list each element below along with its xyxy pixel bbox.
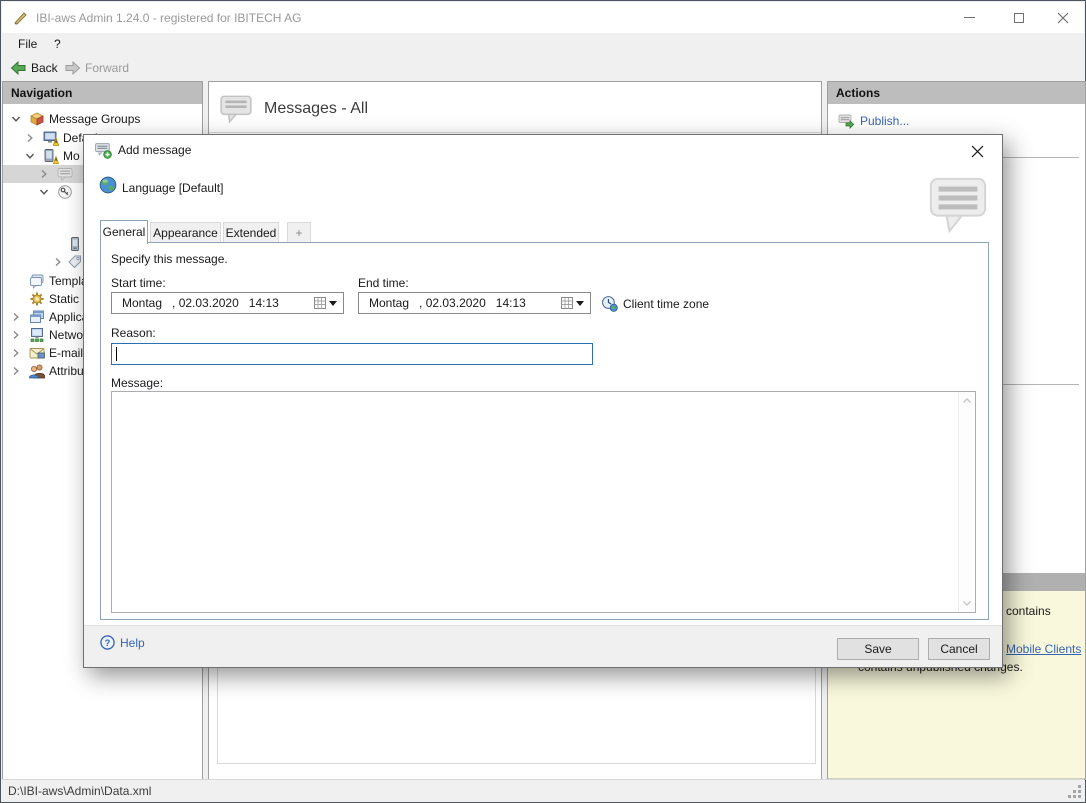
data-file-path: D:\IBI-aws\Admin\Data.xml <box>8 784 152 798</box>
chevron-down-icon[interactable] <box>11 114 21 124</box>
chevron-right-icon[interactable] <box>11 348 21 358</box>
dialog-footer: ? Help Save Cancel <box>84 625 1002 667</box>
tab-appearance[interactable]: Appearance <box>150 222 221 243</box>
chevron-right-icon[interactable] <box>11 366 21 376</box>
message-textarea[interactable] <box>111 391 976 613</box>
add-message-dialog: Add message Language [Default] General A… <box>83 134 1003 668</box>
reason-input[interactable] <box>111 343 593 365</box>
title-bar: IBI-aws Admin 1.24.0 - registered for IB… <box>2 2 1084 33</box>
forward-button[interactable]: Forward <box>64 57 129 78</box>
close-button[interactable] <box>1046 2 1080 33</box>
calendar-dropdown-icon[interactable] <box>314 295 340 311</box>
forward-label: Forward <box>85 60 130 75</box>
end-time-label: End time: <box>358 276 409 290</box>
app-icon <box>14 12 27 25</box>
save-button[interactable]: Save <box>837 638 919 660</box>
back-icon <box>10 60 26 75</box>
publish-icon <box>838 114 854 129</box>
chevron-right-icon[interactable] <box>39 169 49 179</box>
tab-extended[interactable]: Extended <box>223 222 279 243</box>
navigation-header: Navigation <box>3 82 202 104</box>
chevron-down-icon[interactable] <box>25 151 35 161</box>
cancel-button[interactable]: Cancel <box>928 638 990 660</box>
message-scrollbar[interactable] <box>958 392 975 612</box>
tag-icon <box>68 255 81 269</box>
add-message-icon <box>95 143 112 159</box>
tree-item-label: Netwo <box>49 328 84 342</box>
help-label: Help <box>120 635 145 650</box>
intro-text: Specify this message. <box>111 252 228 266</box>
mail-icon <box>29 348 45 359</box>
monitor-warning-icon <box>43 131 59 146</box>
menu-file[interactable]: File <box>12 33 43 55</box>
svg-text:?: ? <box>105 638 111 648</box>
actions-header: Actions <box>828 82 1085 104</box>
key-icon <box>58 185 72 199</box>
chevron-down-icon[interactable] <box>39 187 49 197</box>
tree-item-label: E-mail <box>49 346 84 360</box>
chevron-right-icon[interactable] <box>25 133 35 143</box>
applications-icon <box>30 310 44 323</box>
message-icon <box>57 168 73 182</box>
client-time-zone-label: Client time zone <box>623 297 710 311</box>
phone-icon <box>71 237 79 251</box>
dialog-close-button[interactable] <box>964 139 990 163</box>
language-label: Language [Default] <box>122 181 224 195</box>
note-text: contains <box>1006 604 1051 618</box>
forward-icon <box>65 60 81 75</box>
menu-bar: File ? <box>2 33 1084 55</box>
templates-icon <box>30 274 44 289</box>
scroll-down-icon[interactable] <box>961 597 973 609</box>
publish-label: Publish... <box>860 114 910 128</box>
tab-add[interactable]: + <box>287 222 311 243</box>
scroll-up-icon[interactable] <box>961 395 973 407</box>
help-icon: ? <box>100 635 115 650</box>
back-label: Back <box>31 60 58 75</box>
publish-action[interactable]: Publish... <box>838 113 909 129</box>
attributes-icon <box>29 364 45 379</box>
dialog-title: Add message <box>118 143 192 157</box>
help-link[interactable]: ? Help <box>100 635 145 650</box>
maximize-button[interactable] <box>1002 2 1036 33</box>
messages-header-icon <box>220 95 252 124</box>
big-message-icon <box>929 177 987 234</box>
start-time-label: Start time: <box>111 276 166 290</box>
end-time-picker[interactable]: Montag , 02.03.2020 14:13 <box>358 292 591 314</box>
clock-icon <box>602 296 618 312</box>
window-title: IBI-aws Admin 1.24.0 - registered for IB… <box>36 11 302 25</box>
tree-item-message-groups[interactable]: Message Groups <box>3 110 202 128</box>
chevron-right-icon[interactable] <box>11 312 21 322</box>
tab-general[interactable]: General <box>100 220 148 244</box>
chevron-right-icon[interactable] <box>11 330 21 340</box>
message-label: Message: <box>111 376 164 390</box>
reason-label: Reason: <box>111 326 156 340</box>
general-tab-page: Specify this message. Start time: End ti… <box>100 242 989 620</box>
minimize-button[interactable] <box>952 2 986 33</box>
start-time-picker[interactable]: Montag , 02.03.2020 14:13 <box>111 292 344 314</box>
resize-grip[interactable] <box>1068 785 1081 798</box>
close-icon <box>1057 12 1069 23</box>
calendar-dropdown-icon[interactable] <box>561 295 587 311</box>
close-icon <box>971 145 983 157</box>
globe-icon <box>99 176 117 194</box>
tree-item-label: Templa <box>49 274 88 288</box>
tree-item-label: Mo <box>63 149 80 163</box>
status-bar: D:\IBI-aws\Admin\Data.xml <box>2 779 1084 801</box>
mobile-clients-link[interactable]: Mobile Clients <box>1006 642 1081 656</box>
header-divider <box>209 132 821 133</box>
chevron-right-icon[interactable] <box>53 257 63 267</box>
static-messages-icon <box>30 292 44 306</box>
tree-item-label: Message Groups <box>49 112 141 126</box>
back-button[interactable]: Back <box>10 57 58 78</box>
toolbar: Back Forward <box>2 55 1084 80</box>
text-caret <box>116 347 117 361</box>
app-window: IBI-aws Admin 1.24.0 - registered for IB… <box>0 0 1086 803</box>
tree-item-label: Attribu <box>49 364 84 378</box>
network-icon <box>30 328 44 342</box>
menu-help[interactable]: ? <box>48 33 67 55</box>
page-title: Messages - All <box>264 100 369 117</box>
message-groups-icon <box>30 112 44 126</box>
device-warning-icon <box>44 149 59 164</box>
